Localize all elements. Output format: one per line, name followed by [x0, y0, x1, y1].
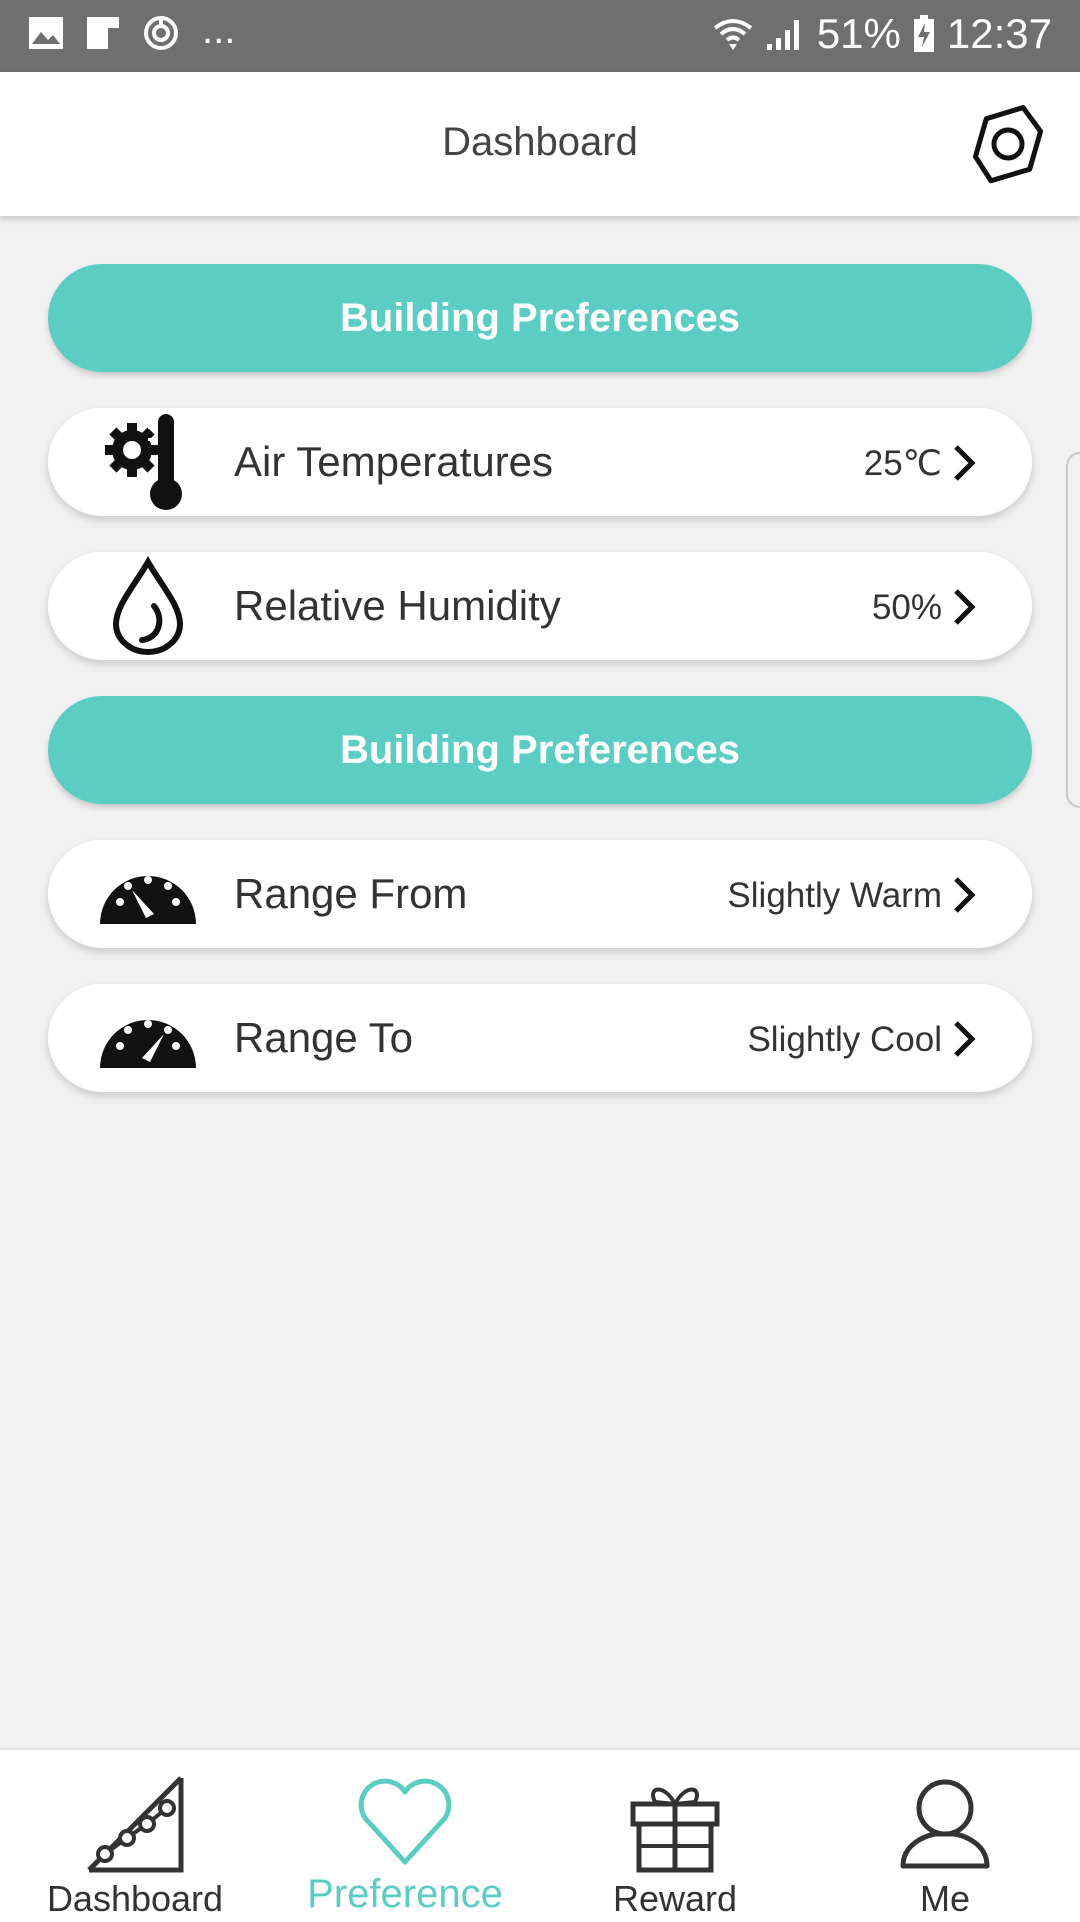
heart-icon	[358, 1778, 452, 1865]
nav-label: Preference	[307, 1872, 503, 1916]
water-drop-icon	[112, 556, 184, 655]
row-value: 25℃	[863, 444, 942, 483]
relative-humidity-row[interactable]: Relative Humidity 50%	[48, 552, 1032, 660]
nav-me[interactable]: Me	[810, 1750, 1080, 1922]
row-label: Air Temperatures	[234, 438, 554, 485]
nav-label: Reward	[612, 1878, 738, 1919]
row-label: Range From	[234, 870, 468, 917]
battery-percent: 51%	[816, 10, 901, 57]
chevron-right-icon	[954, 877, 976, 913]
nav-dashboard[interactable]: Dashboard	[0, 1750, 270, 1922]
status-bar: ... 51% 12:37	[0, 0, 1080, 72]
section-header-building-preferences[interactable]: Building Preferences	[48, 696, 1032, 804]
section-title: Building Preferences	[339, 727, 741, 772]
gauge-icon	[100, 1020, 196, 1068]
range-to-row[interactable]: Range To Slightly Cool	[48, 984, 1032, 1092]
flipboard-notification-icon	[87, 17, 119, 49]
row-value: 50%	[871, 588, 942, 627]
nav-label: Dashboard	[46, 1878, 224, 1919]
row-label: Range To	[234, 1014, 414, 1061]
gift-icon	[630, 1787, 720, 1873]
sync-notification-icon	[144, 16, 178, 50]
bottom-navigation: Dashboard Preference Reward Me	[0, 1748, 1080, 1922]
battery-charging-icon	[913, 15, 934, 52]
chevron-right-icon	[954, 589, 976, 625]
image-notification-icon	[29, 17, 63, 49]
nav-label: Me	[919, 1878, 970, 1919]
nav-reward[interactable]: Reward	[540, 1750, 810, 1922]
app-header: Dashboard	[0, 72, 1080, 216]
row-value: Slightly Cool	[747, 1020, 942, 1059]
gauge-icon	[100, 876, 196, 924]
wifi-icon	[713, 19, 753, 50]
nav-preference[interactable]: Preference	[270, 1750, 540, 1922]
chevron-right-icon	[954, 445, 976, 481]
chart-icon	[87, 1776, 184, 1873]
edge-panel-handle[interactable]	[1066, 452, 1080, 808]
row-label: Relative Humidity	[234, 582, 561, 629]
page-title: Dashboard	[442, 120, 638, 164]
range-from-row[interactable]: Range From Slightly Warm	[48, 840, 1032, 948]
settings-icon[interactable]	[968, 104, 1048, 184]
user-icon	[900, 1779, 990, 1869]
signal-icon	[766, 20, 799, 50]
thermometer-gear-icon	[105, 414, 182, 510]
clock: 12:37	[946, 10, 1052, 57]
air-temperatures-row[interactable]: Air Temperatures 25℃	[48, 408, 1032, 516]
section-title: Building Preferences	[339, 295, 741, 340]
section-header-building-preferences[interactable]: Building Preferences	[48, 264, 1032, 372]
more-notifications: ...	[202, 8, 236, 52]
chevron-right-icon	[954, 1021, 976, 1057]
row-value: Slightly Warm	[727, 876, 942, 915]
